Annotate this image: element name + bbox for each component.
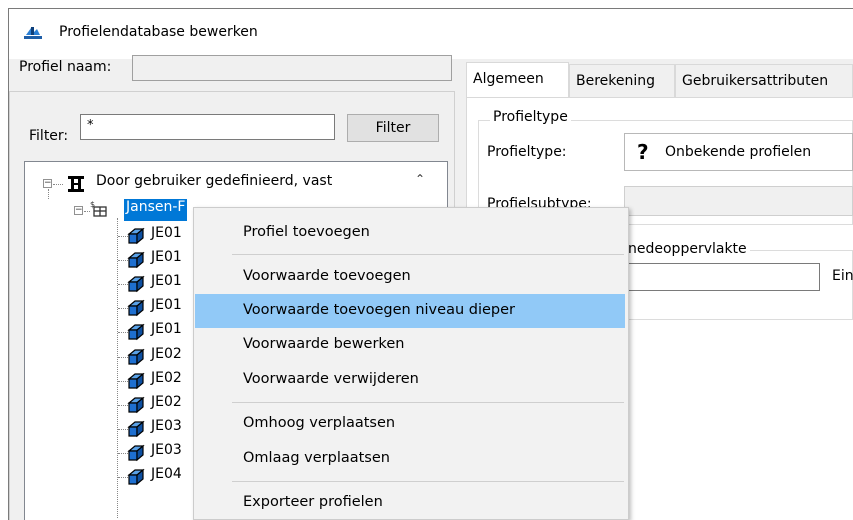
app-icon <box>24 27 42 39</box>
filter-button[interactable]: Filter <box>347 114 439 142</box>
menu-item-voorwaarde-toevoegen-niveau-dieper[interactable]: Voorwaarde toevoegen niveau dieper <box>195 294 625 328</box>
menu-separator <box>232 254 624 255</box>
menu-separator <box>232 402 624 403</box>
menu-item-profiel-toevoegen[interactable]: Profiel toevoegen <box>195 216 625 250</box>
collapse-icon[interactable]: − <box>74 206 83 215</box>
area-input[interactable] <box>600 263 820 291</box>
tree-child-item[interactable]: JE03 <box>151 418 182 440</box>
tree-child-item[interactable]: JE01 <box>151 321 182 343</box>
filter-label: Filter: <box>29 128 69 144</box>
menu-item-exporteer-profielen[interactable]: Exporteer profielen <box>195 486 625 520</box>
condition-icon: $ <box>90 200 107 217</box>
tree-child-item[interactable]: JE02 <box>151 394 182 416</box>
profile-cube-icon <box>127 444 145 462</box>
context-menu: Profiel toevoegen Voorwaarde toevoegen V… <box>193 207 629 520</box>
tree-child-item[interactable]: JE01 <box>151 249 182 271</box>
menu-item-voorwaarde-verwijderen[interactable]: Voorwaarde verwijderen <box>195 363 625 397</box>
tree-child-item[interactable]: JE01 <box>151 297 182 319</box>
tab-gebruikersattributen[interactable]: Gebruikersattributen <box>675 64 853 98</box>
profile-cube-icon <box>127 348 145 366</box>
tree-child-item[interactable]: JE01 <box>151 225 182 247</box>
profieltype-value: Onbekende profielen <box>665 144 812 160</box>
filter-input[interactable]: * <box>80 114 335 140</box>
profile-cube-icon <box>127 251 145 269</box>
fixed-profile-icon <box>68 176 84 192</box>
tree-line <box>53 184 63 185</box>
menu-item-voorwaarde-toevoegen[interactable]: Voorwaarde toevoegen <box>195 260 625 294</box>
menu-separator <box>232 481 624 482</box>
menu-item-voorwaarde-bewerken[interactable]: Voorwaarde bewerken <box>195 328 625 362</box>
tree-child-item[interactable]: JE03 <box>151 442 182 464</box>
unit-label: Ein <box>832 268 853 284</box>
tab-berekening[interactable]: Berekening <box>569 64 675 98</box>
profile-name-input[interactable] <box>132 55 452 81</box>
profile-cube-icon <box>127 275 145 293</box>
tree-child-item[interactable]: JE01 <box>151 273 182 295</box>
tree-child-item[interactable]: JE04 <box>151 466 182 488</box>
profile-cube-icon <box>127 396 145 414</box>
tab-algemeen[interactable]: Algemeen <box>466 62 569 98</box>
tree-root-label[interactable]: Door gebruiker gedefinieerd, vast <box>96 173 332 195</box>
collapse-icon[interactable]: − <box>43 179 52 188</box>
profile-cube-icon <box>127 299 145 317</box>
profieltype-label: Profieltype: <box>487 144 567 160</box>
profieltype-select[interactable]: ? Onbekende profielen <box>624 133 853 171</box>
tree-child-item[interactable]: JE02 <box>151 370 182 392</box>
window-title: Profielendatabase bewerken <box>59 24 258 40</box>
tree-selected-node[interactable]: Jansen-F <box>124 199 188 221</box>
profile-name-label: Profiel naam: <box>19 59 112 75</box>
profile-cube-icon <box>127 468 145 486</box>
title-bar: Profielendatabase bewerken <box>9 9 853 59</box>
profielsubtype-select[interactable] <box>624 186 853 216</box>
area-group-label: nedeoppervlakte <box>625 241 750 257</box>
profieltype-group-label: Profieltype <box>490 109 571 125</box>
scroll-up-icon[interactable]: ⌃ <box>415 172 425 186</box>
tree-line <box>117 218 118 518</box>
profile-cube-icon <box>127 372 145 390</box>
profile-cube-icon <box>127 323 145 341</box>
tree-child-item[interactable]: JE02 <box>151 346 182 368</box>
question-icon: ? <box>637 140 649 164</box>
menu-item-omlaag-verplaatsen[interactable]: Omlaag verplaatsen <box>195 442 625 476</box>
profile-cube-icon <box>127 227 145 245</box>
menu-item-omhoog-verplaatsen[interactable]: Omhoog verplaatsen <box>195 407 625 441</box>
tree-line <box>48 189 49 199</box>
profile-cube-icon <box>127 420 145 438</box>
